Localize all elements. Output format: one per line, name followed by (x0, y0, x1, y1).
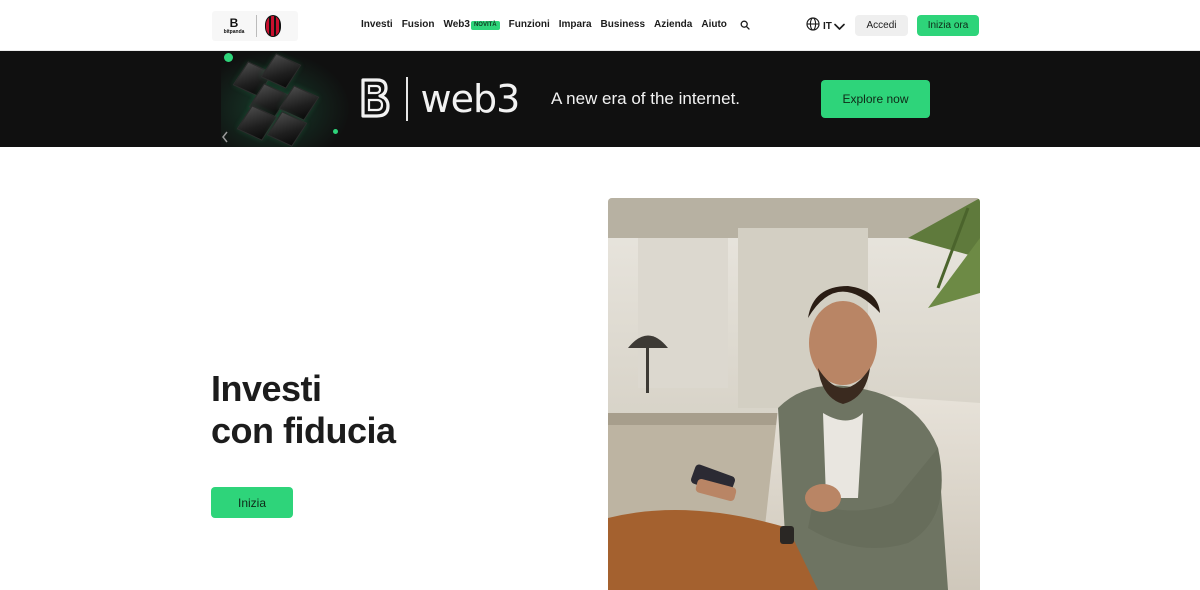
hero-start-button[interactable]: Inizia (211, 487, 293, 518)
search-icon[interactable] (738, 18, 752, 32)
banner-tagline: A new era of the internet. (551, 89, 741, 108)
ac-milan-crest-icon (265, 15, 281, 37)
explore-now-button[interactable]: Explore now (821, 80, 930, 118)
web3-wordmark: web3 (420, 76, 521, 121)
nav-item-investi[interactable]: Investi (361, 18, 393, 32)
nav-item-funzioni[interactable]: Funzioni (509, 18, 550, 32)
web3-logo: web3 (360, 76, 521, 121)
banner-cubes-illustration (221, 51, 351, 147)
chevron-down-icon (834, 18, 845, 36)
bitpanda-mark: B (229, 16, 239, 30)
nav-item-fusion[interactable]: Fusion (402, 18, 435, 32)
hero-title: Investi con fiducia (211, 368, 396, 452)
login-button[interactable]: Accedi (855, 15, 908, 36)
get-started-button[interactable]: Inizia ora (917, 15, 979, 36)
nav-item-web3-label: Web3 (443, 19, 470, 30)
globe-icon (806, 17, 820, 36)
language-label: IT (823, 21, 832, 32)
web3-logo-divider (406, 76, 408, 121)
main-nav: Investi Fusion Web3 NOVITÀ Funzioni Impar… (361, 18, 752, 32)
nav-item-aiuto[interactable]: Aiuto (701, 18, 727, 32)
bitpanda-b-logo-icon (361, 78, 390, 118)
nav-item-impara[interactable]: Impara (559, 18, 592, 32)
bitpanda-logo: B bitpanda (212, 11, 256, 41)
hero-title-line-2: con fiducia (211, 410, 396, 451)
bitpanda-wordmark: bitpanda (223, 29, 245, 35)
banner-prev-arrow-icon[interactable] (221, 131, 229, 143)
nav-item-web3[interactable]: Web3 NOVITÀ (443, 18, 500, 32)
logo-divider (256, 15, 257, 37)
nav-item-business[interactable]: Business (601, 18, 645, 32)
hero-photo-man-with-phone (608, 198, 980, 590)
brand-logo[interactable]: B bitpanda (212, 11, 298, 41)
language-selector[interactable]: IT (806, 17, 845, 36)
hero-title-line-1: Investi (211, 368, 322, 409)
new-badge: NOVITÀ (470, 21, 500, 30)
nav-item-azienda[interactable]: Azienda (654, 18, 692, 32)
site-header: B bitpanda Investi Fusion Web3 NOVITÀ Fun… (0, 0, 1200, 51)
